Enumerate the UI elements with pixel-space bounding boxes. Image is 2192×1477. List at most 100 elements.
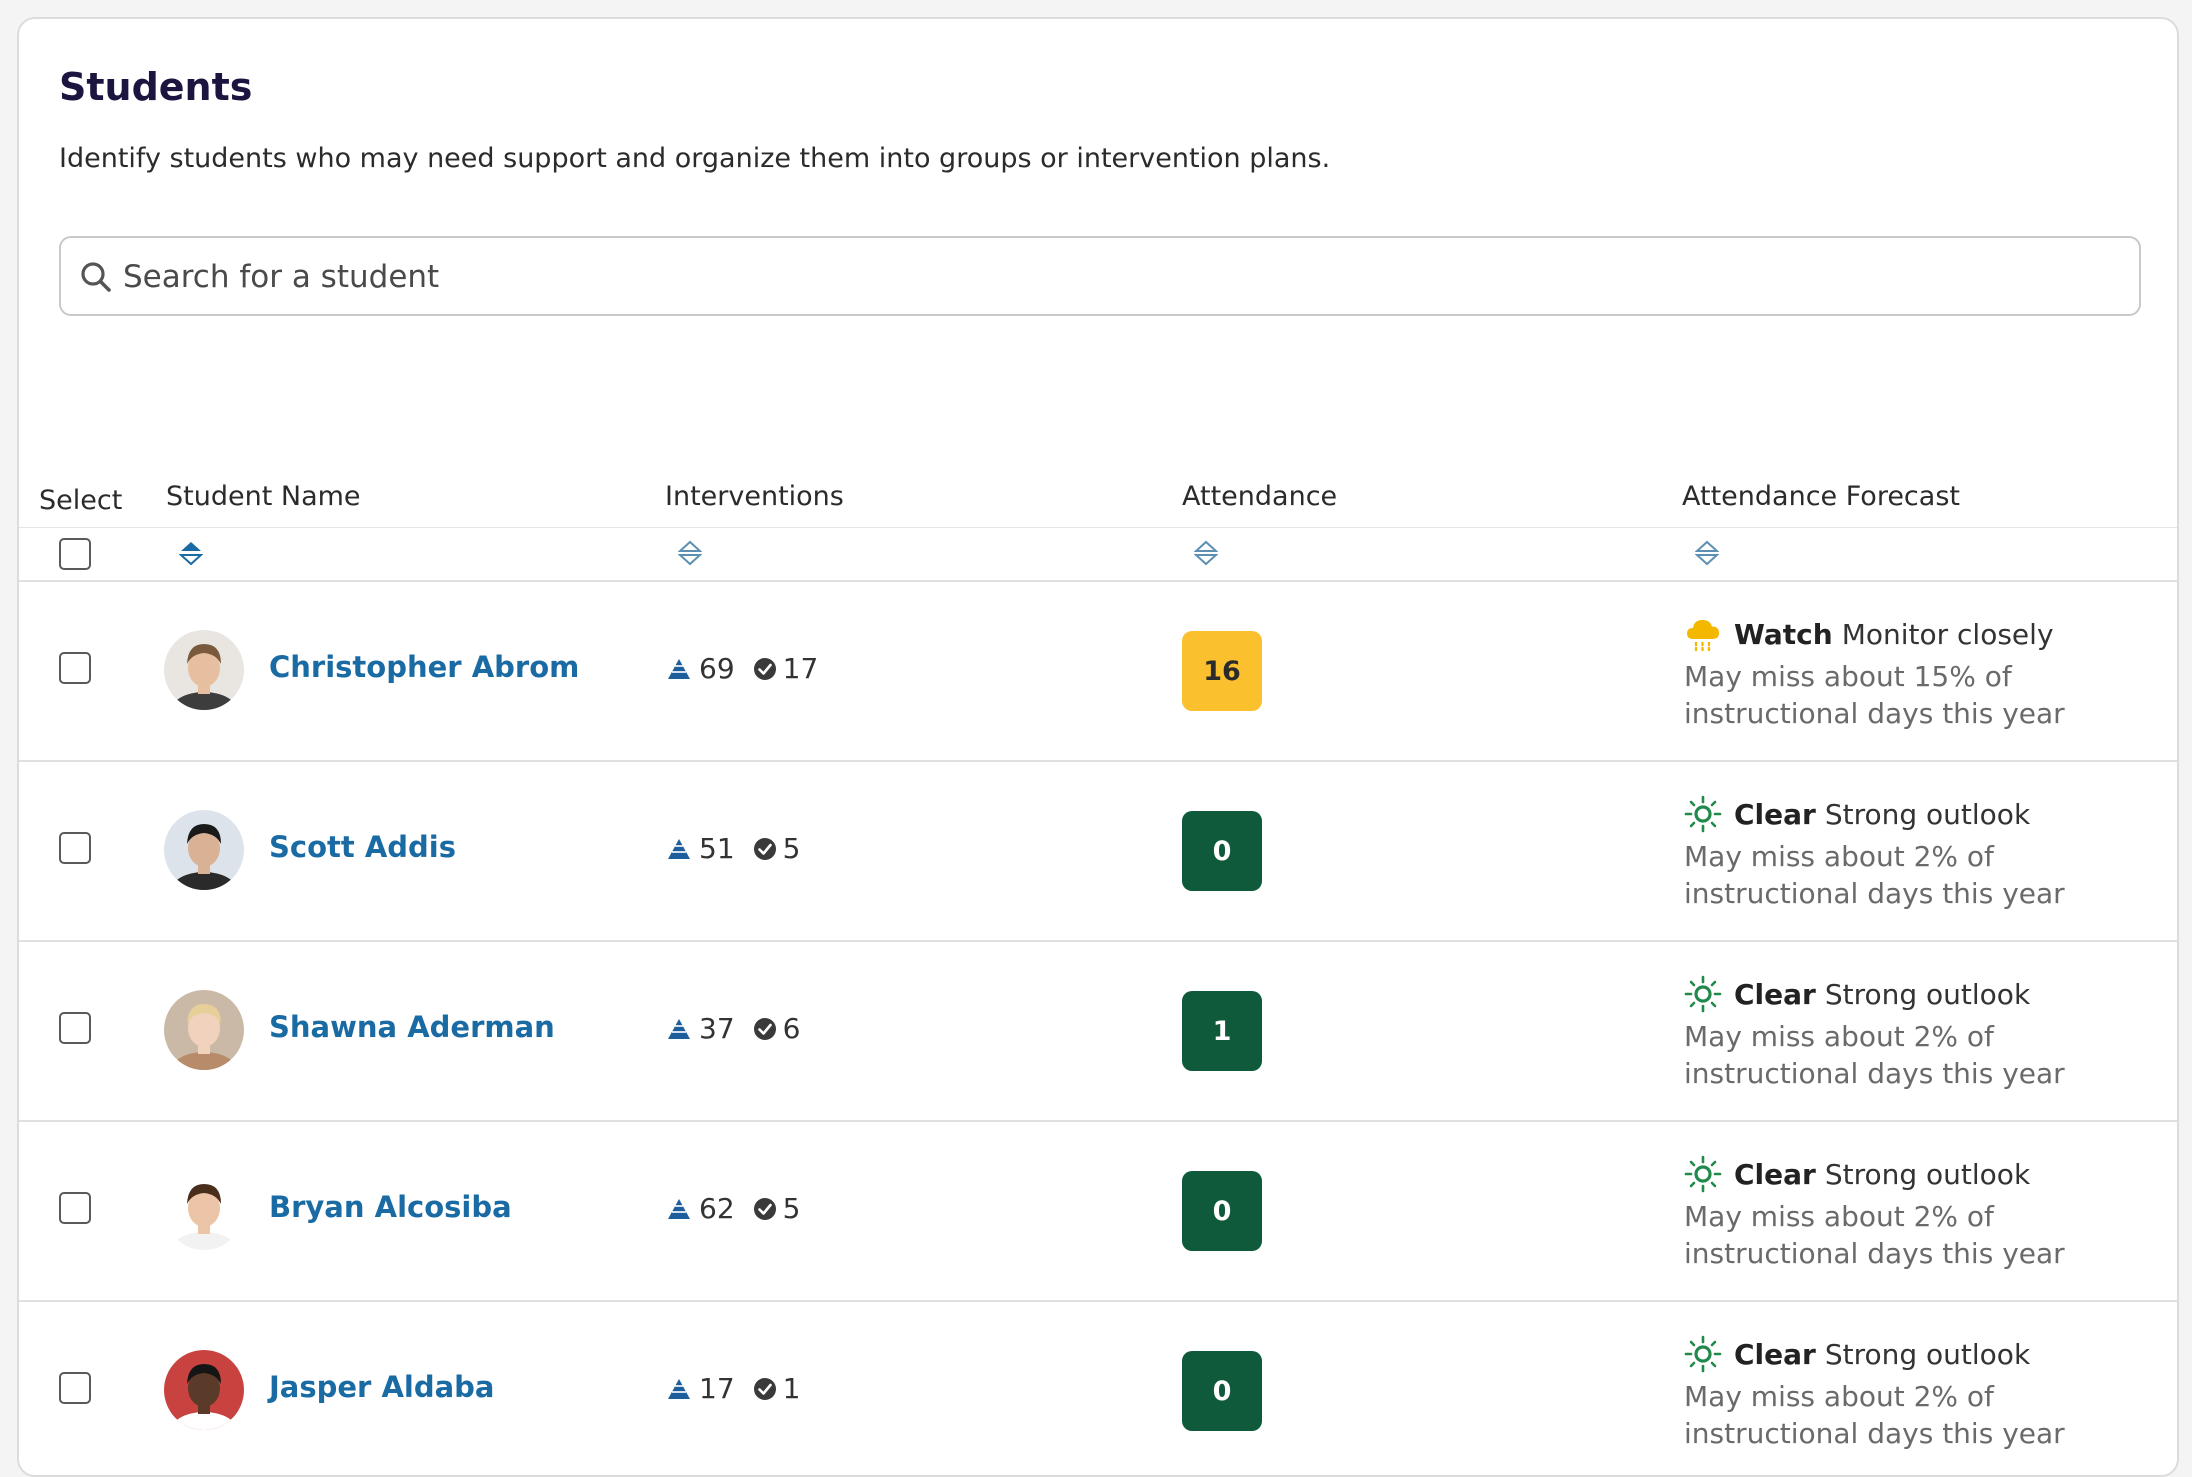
interventions-summary: 62 5 [667,1192,800,1225]
avatar-image [164,1350,244,1430]
row-select-checkbox[interactable] [59,652,91,684]
interventions-completed: 5 [782,1192,801,1225]
sort-controls-row [19,528,2177,582]
intervention-tier-icon [668,1378,690,1399]
attendance-forecast: Clear Strong outlook May miss about 2% o… [1684,794,2164,912]
sort-icon-student-name[interactable] [179,539,203,567]
column-header-student-name[interactable]: Student Name [166,481,361,512]
avatar [164,990,244,1070]
attendance-badge: 0 [1182,1351,1262,1431]
interventions-completed: 1 [782,1372,801,1405]
forecast-status: Clear [1734,977,1816,1011]
interventions-summary: 17 1 [667,1372,800,1405]
student-name-link[interactable]: Scott Addis [269,830,456,864]
sun-icon [1684,1335,1722,1373]
check-circle-icon [753,657,776,680]
students-table: Select Student Name Interventions Attend… [19,479,2177,1475]
sun-icon [1684,975,1722,1013]
table-row: Jasper Aldaba 17 1 0 Clear Strong outloo… [19,1302,2177,1475]
forecast-status: Clear [1734,1157,1816,1191]
attendance-forecast: Clear Strong outlook May miss about 2% o… [1684,1334,2164,1452]
forecast-detail: May miss about 2% of instructional days … [1684,840,2065,910]
page-title: Students [59,65,253,109]
forecast-status: Clear [1734,1337,1816,1371]
table-body: Christopher Abrom 69 17 16 Watch Monitor… [19,582,2177,1475]
check-circle-icon [753,1377,776,1400]
column-header-attendance-forecast[interactable]: Attendance Forecast [1682,481,1960,512]
rain-cloud-icon [1687,620,1719,652]
search-box[interactable] [59,236,2141,316]
attendance-badge: 1 [1182,991,1262,1071]
check-circle-icon [753,1197,776,1220]
avatar [164,810,244,890]
avatar-image [164,1170,244,1250]
forecast-detail: May miss about 2% of instructional days … [1684,1020,2065,1090]
interventions-summary: 37 6 [667,1012,800,1045]
attendance-forecast: Watch Monitor closely May miss about 15%… [1684,614,2164,732]
forecast-outlook: Strong outlook [1824,1157,2031,1191]
forecast-detail: May miss about 2% of instructional days … [1684,1380,2065,1450]
sort-icon-attendance-forecast[interactable] [1695,539,1719,567]
row-select-checkbox[interactable] [59,1192,91,1224]
forecast-outlook: Strong outlook [1824,1337,2031,1371]
attendance-badge: 0 [1182,1171,1262,1251]
column-header-attendance[interactable]: Attendance [1182,481,1337,512]
row-select-checkbox[interactable] [59,1372,91,1404]
table-row: Bryan Alcosiba 62 5 0 Clear Strong outlo… [19,1122,2177,1302]
row-select-checkbox[interactable] [59,832,91,864]
check-circle-icon [753,1017,776,1040]
avatar [164,1170,244,1250]
select-all-checkbox[interactable] [59,538,91,570]
interventions-total: 69 [699,652,735,685]
forecast-detail: May miss about 15% of instructional days… [1684,660,2065,730]
attendance-badge: 0 [1182,811,1262,891]
interventions-total: 51 [699,832,735,865]
table-row: Shawna Aderman 37 6 1 Clear Strong outlo… [19,942,2177,1122]
interventions-summary: 51 5 [667,832,800,865]
interventions-completed: 6 [782,1012,801,1045]
table-row: Christopher Abrom 69 17 16 Watch Monitor… [19,582,2177,762]
avatar [164,1350,244,1430]
forecast-outlook: Monitor closely [1841,617,2054,651]
intervention-tier-icon [668,1018,690,1039]
forecast-detail: May miss about 2% of instructional days … [1684,1200,2065,1270]
students-card: Students Identify students who may need … [17,17,2179,1477]
table-header-row: Select Student Name Interventions Attend… [19,479,2177,528]
forecast-outlook: Strong outlook [1824,797,2031,831]
row-select-checkbox[interactable] [59,1012,91,1044]
column-header-select: Select [39,485,123,516]
avatar-image [164,630,244,710]
student-name-link[interactable]: Christopher Abrom [269,650,579,684]
forecast-outlook: Strong outlook [1824,977,2031,1011]
attendance-badge: 16 [1182,631,1262,711]
attendance-forecast: Clear Strong outlook May miss about 2% o… [1684,974,2164,1092]
intervention-tier-icon [668,1198,690,1219]
search-icon [81,262,111,292]
intervention-tier-icon [668,658,690,679]
interventions-total: 17 [699,1372,735,1405]
interventions-summary: 69 17 [667,652,818,685]
student-name-link[interactable]: Shawna Aderman [269,1010,555,1044]
interventions-completed: 17 [782,652,819,685]
page-subtitle: Identify students who may need support a… [59,143,1331,174]
check-circle-icon [753,837,776,860]
interventions-total: 62 [699,1192,735,1225]
student-name-link[interactable]: Bryan Alcosiba [269,1190,512,1224]
avatar-image [164,810,244,890]
interventions-completed: 5 [782,832,801,865]
intervention-tier-icon [668,838,690,859]
student-name-link[interactable]: Jasper Aldaba [269,1370,495,1404]
forecast-status: Clear [1734,797,1816,831]
table-row: Scott Addis 51 5 0 Clear Strong outlook … [19,762,2177,942]
column-header-interventions[interactable]: Interventions [665,481,844,512]
interventions-total: 37 [699,1012,735,1045]
sort-icon-interventions[interactable] [678,539,702,567]
avatar [164,630,244,710]
forecast-status: Watch [1734,617,1833,651]
attendance-forecast: Clear Strong outlook May miss about 2% o… [1684,1154,2164,1272]
search-input[interactable] [121,238,2115,316]
sort-icon-attendance[interactable] [1194,539,1218,567]
sun-icon [1684,795,1722,833]
sun-icon [1684,1155,1722,1193]
avatar-image [164,990,244,1070]
